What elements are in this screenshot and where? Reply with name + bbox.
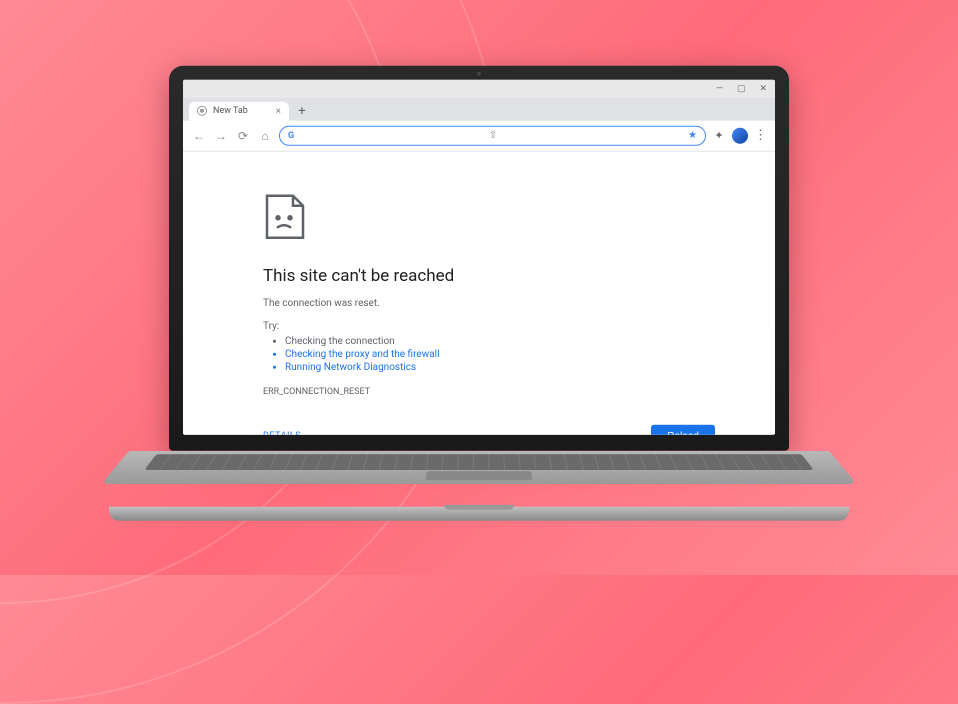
try-label: Try: [263,320,715,331]
screen-bezel: — ▢ ✕ New Tab × + ← → ⟳ ⌂ G ⇧ [169,65,789,450]
tab-favicon-icon [197,106,207,116]
extensions-icon[interactable]: ✦ [712,128,726,142]
back-button[interactable]: ← [191,127,207,143]
search-engine-icon: G [288,130,298,140]
window-controls: — ▢ ✕ [183,79,775,97]
tab-title: New Tab [213,106,248,116]
profile-avatar[interactable] [732,127,748,143]
close-window-button[interactable]: ✕ [759,83,767,93]
menu-button[interactable]: ⋮ [754,128,767,143]
browser-toolbar: ← → ⟳ ⌂ G ⇧ ★ ✦ ⋮ [183,120,775,151]
close-tab-button[interactable]: × [276,105,281,116]
suggestions-list: Checking the connection Checking the pro… [263,335,715,372]
tab-strip: New Tab × + [183,97,775,120]
error-subtitle: The connection was reset. [263,297,715,308]
error-actions: DETAILS Reload [263,424,715,434]
share-icon[interactable]: ⇧ [489,130,497,141]
home-button[interactable]: ⌂ [257,127,273,143]
forward-button[interactable]: → [213,127,229,143]
new-tab-button[interactable]: + [293,102,311,120]
suggestion-check-proxy-link[interactable]: Checking the proxy and the firewall [285,348,715,359]
details-button[interactable]: DETAILS [263,431,301,434]
error-title: This site can't be reached [263,265,715,285]
browser-tab[interactable]: New Tab × [189,101,289,120]
laptop-base [169,450,789,528]
minimize-button[interactable]: — [716,83,723,93]
browser-window: — ▢ ✕ New Tab × + ← → ⟳ ⌂ G ⇧ [183,79,775,434]
bookmark-star-icon[interactable]: ★ [688,130,697,141]
reload-icon-button[interactable]: ⟳ [235,127,251,143]
maximize-button[interactable]: ▢ [737,83,746,93]
page-content: This site can't be reached The connectio… [183,151,775,434]
laptop-mockup: — ▢ ✕ New Tab × + ← → ⟳ ⌂ G ⇧ [169,65,789,528]
reload-button[interactable]: Reload [651,424,715,434]
error-code: ERR_CONNECTION_RESET [263,386,715,396]
address-bar[interactable]: G ⇧ ★ [279,125,706,145]
sad-page-icon [263,191,307,241]
suggestion-check-connection: Checking the connection [285,335,715,346]
suggestion-run-diagnostics-link[interactable]: Running Network Diagnostics [285,361,715,372]
